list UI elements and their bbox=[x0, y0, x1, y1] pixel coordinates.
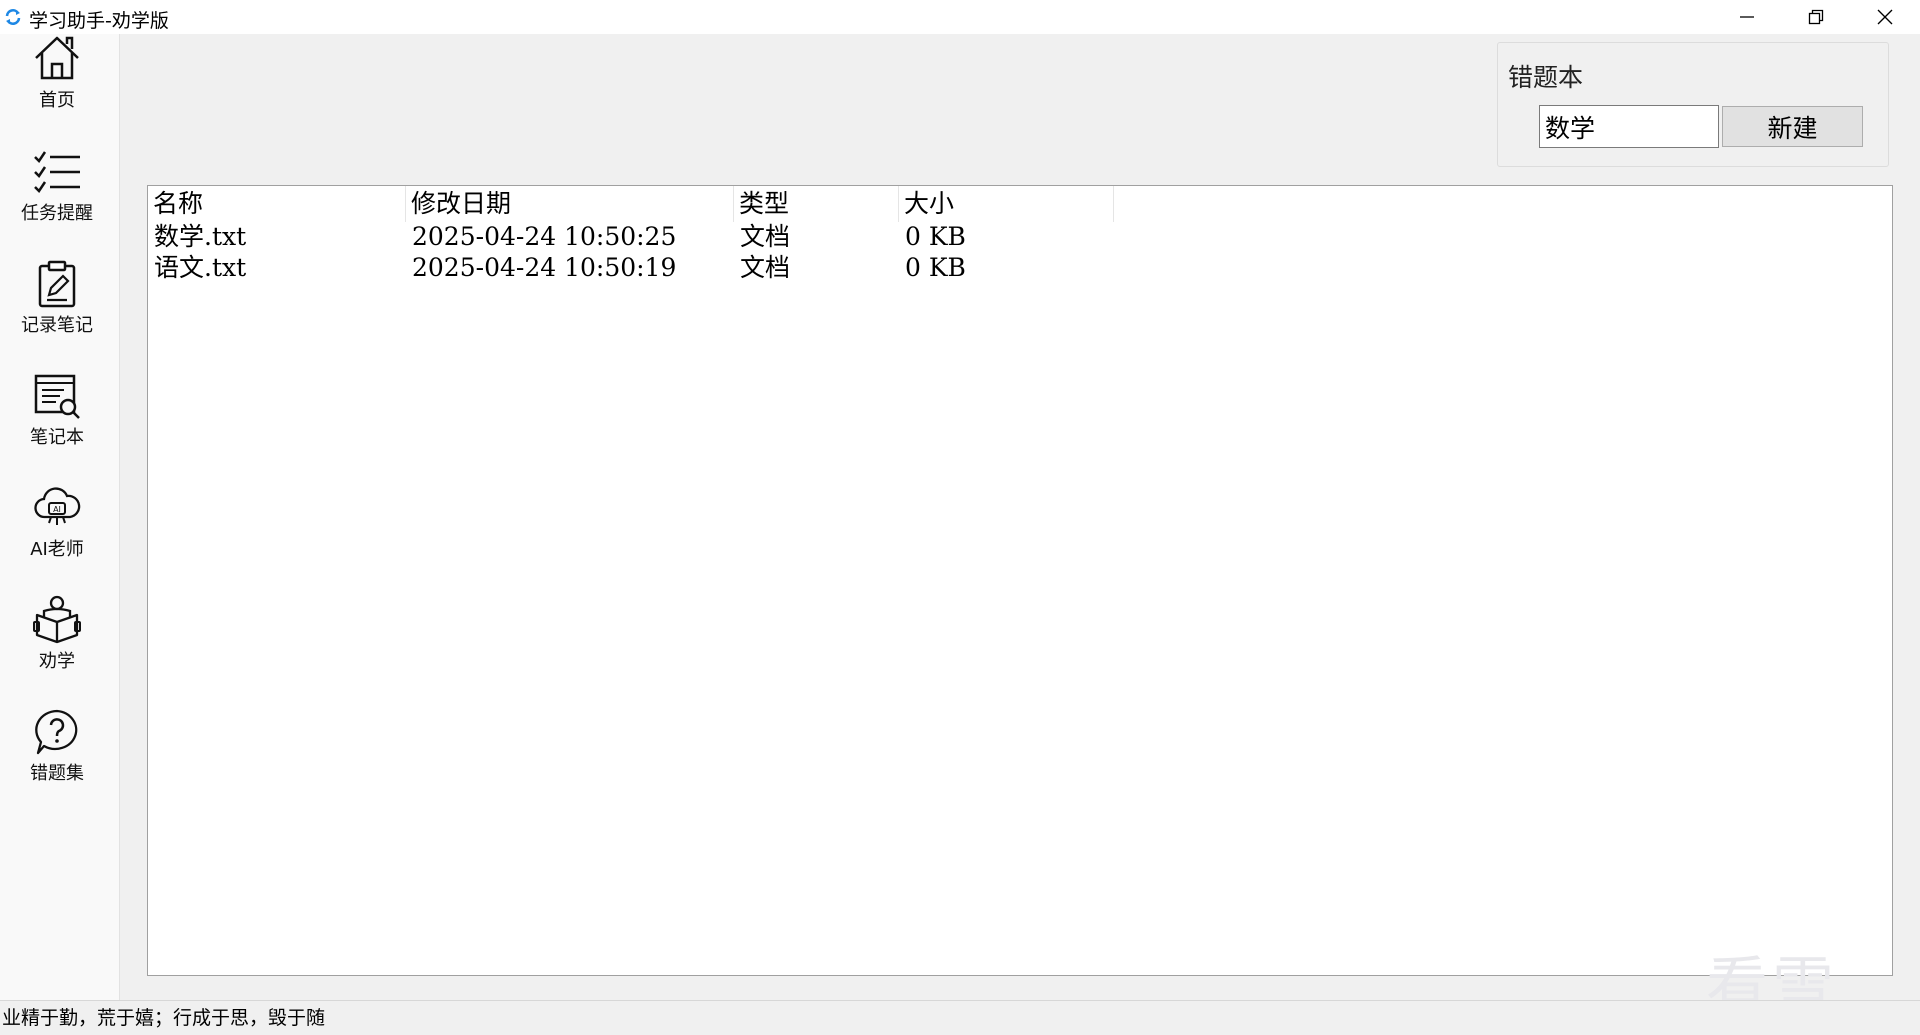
sidebar-item-wrong-questions[interactable]: 错题集 bbox=[0, 707, 114, 803]
window-title: 学习助手-劝学版 bbox=[29, 10, 169, 32]
minimize-button[interactable] bbox=[1712, 0, 1781, 34]
close-button[interactable] bbox=[1850, 0, 1919, 34]
restore-icon bbox=[1808, 9, 1823, 25]
file-type: 文档 bbox=[740, 253, 791, 282]
sidebar-item-label: 任务提醒 bbox=[21, 203, 93, 224]
file-size: 0 KB bbox=[905, 222, 966, 251]
sidebar-item-label: AI老师 bbox=[30, 539, 84, 560]
list-item[interactable]: 语文.txt 2025-04-24 10:50:19 文档 0 KB bbox=[148, 252, 1892, 283]
svg-text:AI: AI bbox=[53, 505, 61, 514]
restore-button[interactable] bbox=[1781, 0, 1850, 34]
clipboard-edit-icon bbox=[38, 260, 76, 308]
file-type: 文档 bbox=[740, 222, 791, 251]
question-bubble-icon bbox=[35, 709, 78, 755]
file-name: 数学.txt bbox=[154, 222, 247, 251]
column-header-type[interactable]: 类型 bbox=[734, 186, 899, 222]
file-modified: 2025-04-24 10:50:19 bbox=[412, 253, 677, 282]
notebook-search-icon bbox=[34, 374, 80, 419]
file-modified: 2025-04-24 10:50:25 bbox=[412, 222, 677, 251]
sidebar: 首页 任务提醒 记录笔记 笔记本 AI AI老师 劝学 错题集 bbox=[0, 34, 120, 1000]
sidebar-item-encourage[interactable]: 劝学 bbox=[0, 595, 114, 691]
column-header-name[interactable]: 名称 bbox=[148, 186, 406, 222]
file-size: 0 KB bbox=[905, 253, 966, 282]
app-window: 学习助手-劝学版 首页 任务提醒 记录笔记 笔记本 AI AI老师 劝学 错题集… bbox=[0, 0, 1920, 1035]
checklist-icon bbox=[34, 151, 80, 193]
sidebar-item-label: 首页 bbox=[39, 90, 75, 111]
file-name: 语文.txt bbox=[154, 253, 247, 282]
app-refresh-icon bbox=[5, 9, 21, 25]
ai-cloud-icon: AI bbox=[34, 487, 81, 525]
column-header-size[interactable]: 大小 bbox=[899, 186, 1114, 222]
close-icon bbox=[1877, 9, 1892, 25]
sidebar-item-label: 错题集 bbox=[30, 763, 84, 784]
column-header-modified[interactable]: 修改日期 bbox=[406, 186, 734, 222]
list-header: 名称 修改日期 类型 大小 bbox=[148, 186, 1114, 222]
notebook-name-input[interactable] bbox=[1539, 105, 1719, 148]
sidebar-item-tasks[interactable]: 任务提醒 bbox=[0, 147, 114, 243]
sidebar-item-ai-teacher[interactable]: AI AI老师 bbox=[0, 483, 114, 579]
wrongbook-group-title: 错题本 bbox=[1505, 58, 1587, 94]
sidebar-item-label: 记录笔记 bbox=[21, 315, 93, 336]
home-icon bbox=[35, 36, 79, 80]
status-bar: 业精于勤，荒于嬉；行成于思，毁于随 bbox=[0, 1000, 1920, 1035]
file-list[interactable]: 名称 修改日期 类型 大小 数学.txt 2025-04-24 10:50:25… bbox=[147, 185, 1893, 976]
sidebar-item-notebook[interactable]: 笔记本 bbox=[0, 371, 114, 467]
sidebar-item-label: 笔记本 bbox=[30, 427, 84, 448]
minimize-icon bbox=[1739, 16, 1754, 18]
sidebar-item-home[interactable]: 首页 bbox=[0, 34, 114, 130]
reading-person-icon bbox=[33, 595, 81, 644]
sidebar-item-record-notes[interactable]: 记录笔记 bbox=[0, 259, 114, 355]
list-item[interactable]: 数学.txt 2025-04-24 10:50:25 文档 0 KB bbox=[148, 221, 1892, 252]
new-button[interactable]: 新建 bbox=[1722, 106, 1863, 147]
title-bar: 学习助手-劝学版 bbox=[0, 0, 1920, 34]
sidebar-item-label: 劝学 bbox=[39, 651, 75, 672]
